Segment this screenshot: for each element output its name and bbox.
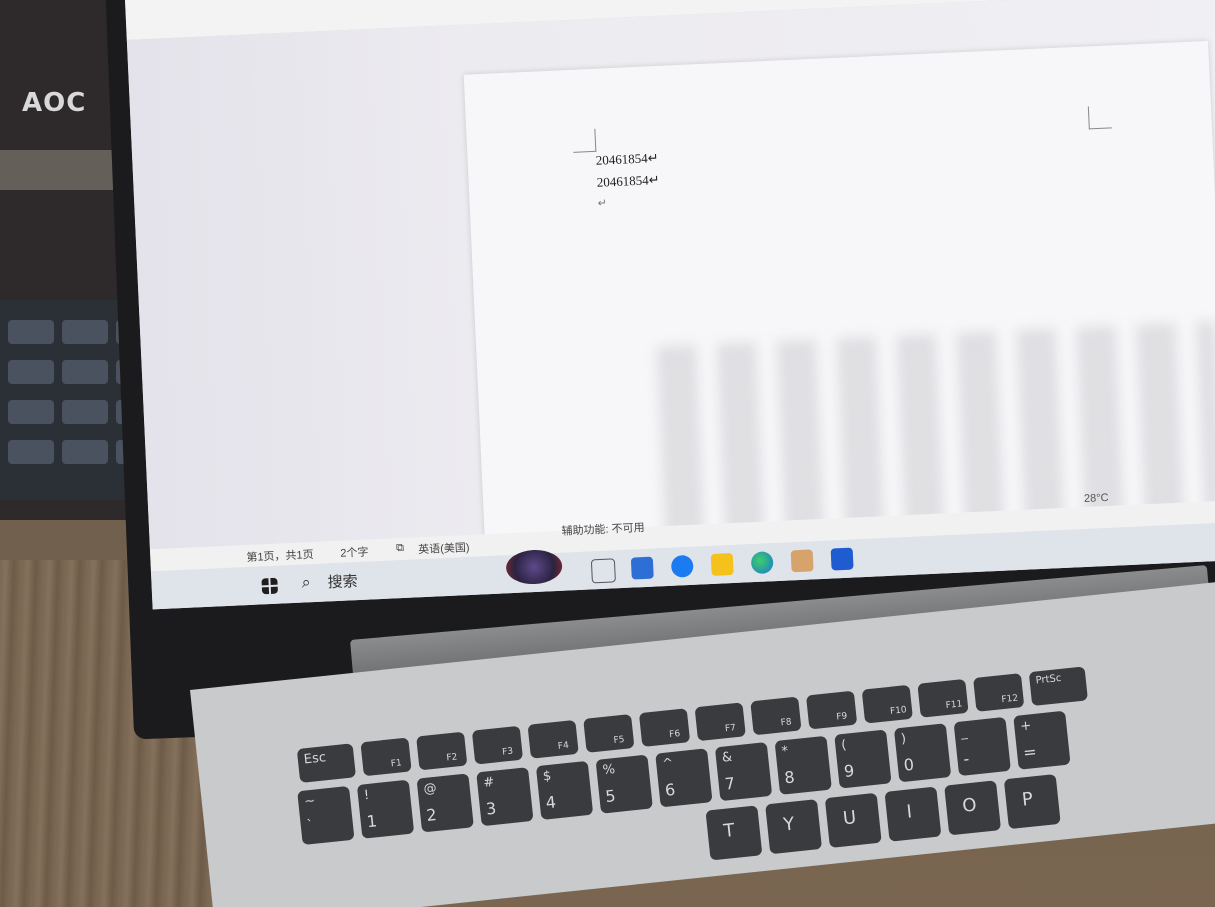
monitor-bezel-label [0, 150, 120, 190]
key-9[interactable]: (9 [834, 729, 892, 789]
key-u[interactable]: U [824, 792, 882, 848]
key-f9[interactable]: F9 [805, 690, 858, 730]
language-status[interactable]: 英语(美国) [418, 539, 470, 557]
key-f5[interactable]: F5 [583, 714, 635, 753]
key-f12[interactable]: F12 [973, 673, 1025, 712]
key-f4[interactable]: F4 [527, 719, 579, 759]
laptop-screen: 字体 ⌞ 段落 ⌞ 样式 20461854↵ 20461854↵ ↵ 第1页，共… [125, 0, 1215, 610]
key-f11[interactable]: F11 [917, 678, 969, 718]
key-6[interactable]: ^ 6 [655, 748, 713, 808]
document-canvas: 20461854↵ 20461854↵ ↵ [126, 0, 1215, 555]
key-8[interactable]: * 8 [774, 735, 832, 795]
word-icon[interactable] [830, 547, 854, 571]
key-tilde[interactable]: ~ ` [297, 785, 355, 846]
proofing-icon[interactable]: ⧉ [396, 542, 404, 555]
key-i[interactable]: I [884, 786, 942, 842]
document-text-line[interactable]: 20461854↵ [596, 172, 660, 191]
app-icon[interactable] [790, 549, 814, 573]
margin-corner-top-right [1087, 105, 1112, 130]
taskbar-search-box[interactable]: 搜索 [327, 570, 358, 592]
key-f6[interactable]: F6 [638, 708, 691, 748]
key-o[interactable]: O [944, 780, 1002, 836]
search-highlight-image[interactable] [505, 548, 563, 586]
key-f1[interactable]: F1 [360, 737, 412, 777]
file-explorer-icon[interactable] [710, 553, 734, 576]
document-text-line[interactable]: 20461854↵ [595, 150, 659, 169]
key-5[interactable]: % 5 [595, 754, 653, 814]
key-p[interactable]: P [1003, 773, 1061, 830]
edge-icon[interactable] [750, 551, 774, 575]
key-esc[interactable]: Esc [296, 743, 357, 783]
ribbon-group-font: 字体 [395, 0, 420, 3]
key-f7[interactable]: F7 [694, 702, 746, 742]
key-f8[interactable]: F8 [750, 696, 802, 736]
key-f10[interactable]: F10 [861, 684, 913, 724]
key-1[interactable]: ! 1 [356, 779, 415, 839]
windows-start-icon[interactable] [261, 577, 279, 595]
app-icon[interactable] [630, 556, 654, 580]
photo-scene: AOC 字体 ⌞ 段落 ⌞ 样式 20461854↵ 2046 [0, 0, 1215, 907]
word-count-status[interactable]: 2个字 [340, 544, 369, 561]
key-equals[interactable]: + = [1013, 710, 1071, 770]
key-7[interactable]: & 7 [714, 742, 773, 802]
key-y[interactable]: Y [765, 799, 823, 855]
margin-corner-top-left [572, 128, 597, 153]
search-icon[interactable]: ⌕ [301, 574, 311, 592]
key-3[interactable]: #3 [476, 767, 534, 827]
key-minus[interactable]: _ - [953, 716, 1011, 777]
key-t[interactable]: T [705, 805, 763, 861]
key-f3[interactable]: F3 [471, 725, 524, 765]
document-page[interactable]: 20461854↵ 20461854↵ ↵ [463, 40, 1215, 555]
key-0[interactable]: ) 0 [893, 723, 952, 783]
key-f2[interactable]: F2 [416, 731, 468, 771]
app-icon[interactable] [670, 554, 694, 578]
task-view-icon[interactable] [590, 558, 616, 584]
key-2[interactable]: @2 [416, 773, 474, 833]
key-4[interactable]: $4 [535, 760, 594, 820]
paragraph-mark: ↵ [597, 197, 608, 210]
key-prtsc[interactable]: PrtSc [1028, 666, 1088, 707]
page-count-status[interactable]: 第1页，共1页 [246, 546, 314, 565]
accessibility-status[interactable]: 辅助功能: 不可用 [561, 519, 645, 539]
monitor-brand-logo: AOC [22, 88, 87, 118]
weather-widget[interactable]: 28°C [1084, 492, 1109, 505]
